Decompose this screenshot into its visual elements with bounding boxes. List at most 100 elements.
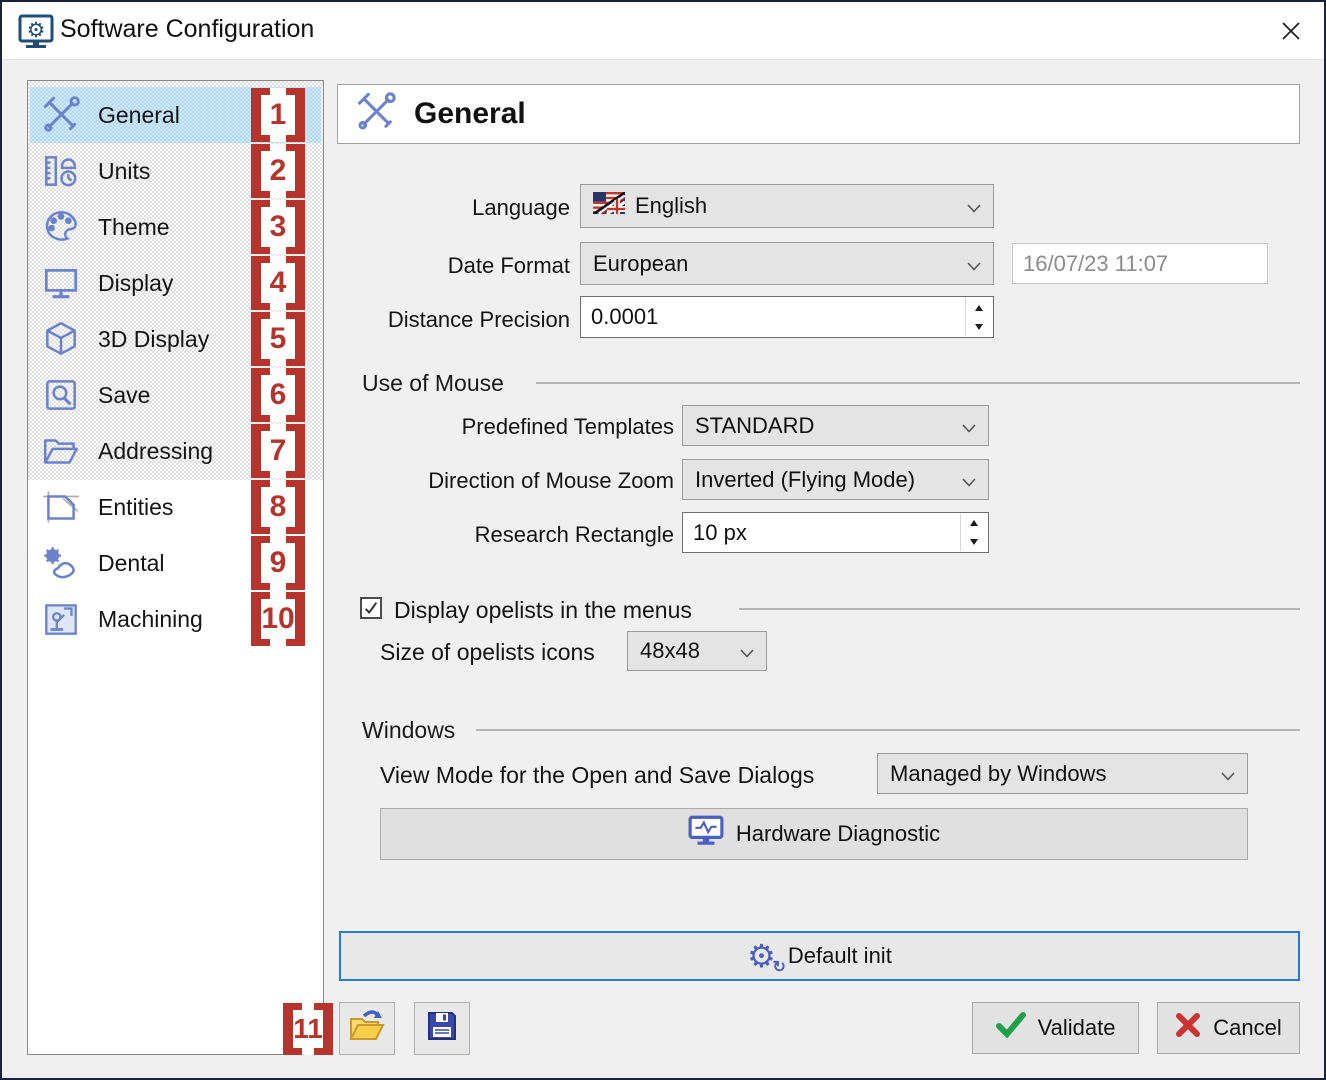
gear-refresh-icon: ⚙ ↻	[747, 940, 776, 972]
check-icon	[996, 1012, 1026, 1044]
ruler-clock-icon	[38, 148, 84, 194]
monitor-icon	[38, 260, 84, 306]
distance-precision-value: 0.0001	[591, 304, 658, 330]
predefined-templates-select[interactable]: STANDARD	[682, 405, 989, 446]
research-rectangle-label: Research Rectangle	[302, 522, 674, 548]
floppy-disk-icon	[424, 1008, 460, 1049]
predefined-templates-value: STANDARD	[695, 413, 814, 439]
software-configuration-dialog: ⚙ Software Configuration General 1	[0, 0, 1326, 1080]
sidebar-item-label: Units	[98, 158, 150, 185]
annotation-badge: 5	[251, 312, 305, 366]
spin-up-button[interactable]	[966, 298, 992, 317]
page-header: General	[337, 84, 1300, 144]
cancel-button[interactable]: Cancel	[1157, 1002, 1300, 1054]
windows-group-label: Windows	[362, 717, 455, 744]
opelists-size-label: Size of opelists icons	[380, 639, 595, 666]
chevron-down-icon	[962, 467, 976, 493]
title-bar: ⚙ Software Configuration	[2, 2, 1324, 60]
svg-text:⚙: ⚙	[27, 19, 46, 42]
distance-precision-input[interactable]: 0.0001	[580, 296, 994, 338]
hardware-diagnostic-label: Hardware Diagnostic	[736, 821, 940, 847]
view-mode-select[interactable]: Managed by Windows	[877, 753, 1248, 794]
open-folder-icon	[347, 1007, 387, 1050]
sidebar-item-label: Display	[98, 270, 173, 297]
distance-precision-label: Distance Precision	[282, 307, 570, 333]
chevron-down-icon	[967, 251, 981, 277]
page-title: General	[414, 97, 526, 131]
view-mode-value: Managed by Windows	[890, 761, 1106, 787]
language-label: Language	[282, 195, 570, 221]
app-monitor-gear-icon: ⚙	[16, 11, 56, 51]
chevron-down-icon	[967, 193, 981, 219]
annotation-badge: 7	[251, 424, 305, 478]
display-opelists-label: Display opelists in the menus	[394, 597, 692, 624]
language-select[interactable]: English	[580, 184, 994, 228]
language-value: English	[635, 193, 707, 219]
opelists-size-select[interactable]: 48x48	[627, 631, 767, 671]
research-rectangle-input[interactable]: 10 px	[682, 512, 989, 553]
mouse-zoom-label: Direction of Mouse Zoom	[302, 468, 674, 494]
spin-down-button[interactable]	[961, 533, 987, 552]
annotation-badge: 11	[283, 1003, 333, 1055]
default-init-button[interactable]: ⚙ ↻ Default init	[339, 931, 1300, 981]
chevron-down-icon	[962, 413, 976, 439]
spin-up-button[interactable]	[961, 514, 987, 533]
hardware-diagnostic-button[interactable]: Hardware Diagnostic	[380, 808, 1248, 860]
gear-jaw-icon	[38, 540, 84, 586]
sidebar-item-label: Machining	[98, 606, 203, 633]
machining-icon	[38, 596, 84, 642]
tools-icon	[354, 90, 398, 139]
palette-icon	[38, 204, 84, 250]
window-title: Software Configuration	[60, 15, 314, 44]
english-flag-icon	[593, 192, 625, 220]
settings-category-list: General 1 Units 2 Theme 3	[27, 80, 324, 1055]
annotation-badge: 10	[251, 592, 305, 646]
x-icon	[1175, 1012, 1201, 1044]
date-format-value: European	[593, 251, 688, 277]
date-format-select[interactable]: European	[580, 242, 994, 285]
cancel-label: Cancel	[1213, 1015, 1281, 1041]
display-opelists-checkbox[interactable]	[360, 597, 382, 619]
mouse-zoom-value: Inverted (Flying Mode)	[695, 467, 915, 493]
group-divider	[739, 608, 1300, 610]
tools-icon	[38, 92, 84, 138]
sidebar-item-label: Addressing	[98, 438, 213, 465]
date-format-label: Date Format	[282, 253, 570, 279]
chevron-down-icon	[740, 638, 754, 664]
annotation-badge: 9	[251, 536, 305, 590]
open-folder-icon	[38, 428, 84, 474]
sidebar-item-label: 3D Display	[98, 326, 209, 353]
annotation-badge: 3	[251, 200, 305, 254]
group-divider	[476, 729, 1300, 731]
annotation-badge: 1	[251, 88, 305, 142]
research-rectangle-value: 10 px	[693, 520, 747, 546]
drawing-entities-icon	[38, 484, 84, 530]
validate-button[interactable]: Validate	[972, 1002, 1139, 1054]
cube-icon	[38, 316, 84, 362]
close-icon[interactable]	[1272, 12, 1310, 50]
sidebar-item-label: General	[98, 102, 180, 129]
spinner-buttons	[965, 298, 992, 336]
predefined-templates-label: Predefined Templates	[302, 414, 674, 440]
sidebar-item-label: Entities	[98, 494, 173, 521]
annotation-badge: 8	[251, 480, 305, 534]
date-preview-field: 16/07/23 11:07	[1012, 243, 1268, 284]
save-config-button[interactable]	[414, 1002, 470, 1055]
mouse-zoom-select[interactable]: Inverted (Flying Mode)	[682, 459, 989, 500]
spin-down-button[interactable]	[966, 317, 992, 336]
view-mode-label: View Mode for the Open and Save Dialogs	[380, 762, 814, 789]
sidebar-item-label: Dental	[98, 550, 164, 577]
disk-magnifier-icon	[38, 372, 84, 418]
sidebar-item-label: Save	[98, 382, 150, 409]
chevron-down-icon	[1221, 761, 1235, 787]
use-of-mouse-group-label: Use of Mouse	[362, 370, 504, 397]
annotation-badge: 6	[251, 368, 305, 422]
validate-label: Validate	[1038, 1015, 1116, 1041]
open-config-button[interactable]	[339, 1002, 395, 1055]
annotation-badge: 2	[251, 144, 305, 198]
monitor-pulse-icon	[688, 815, 724, 853]
annotation-badge: 4	[251, 256, 305, 310]
group-divider	[536, 382, 1300, 384]
opelists-size-value: 48x48	[640, 638, 700, 664]
sidebar-item-label: Theme	[98, 214, 170, 241]
